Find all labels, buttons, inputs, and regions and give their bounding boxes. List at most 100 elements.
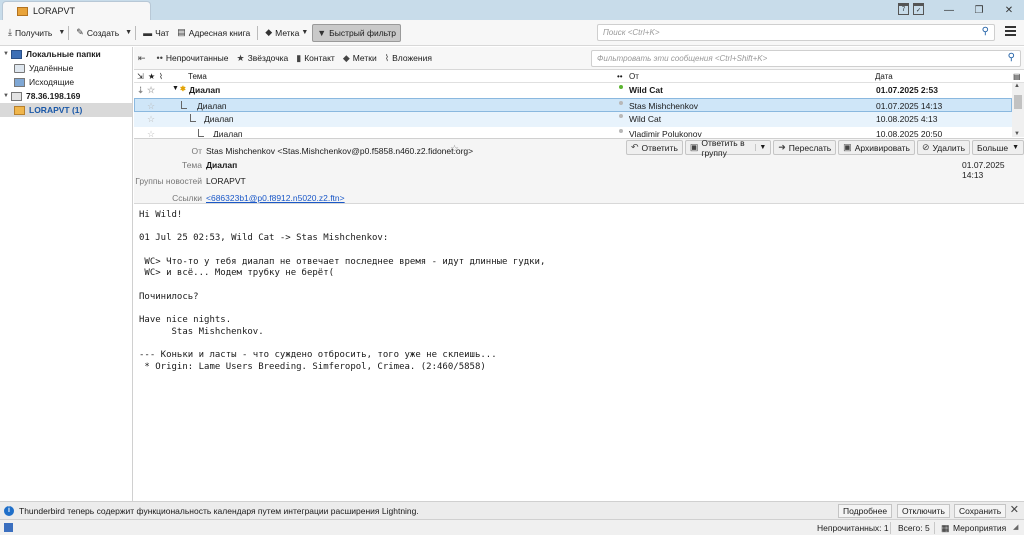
filter-starred[interactable]: ★ Звёздочка — [237, 53, 289, 64]
events-label[interactable]: Мероприятия — [953, 523, 1006, 533]
global-search-placeholder: Поиск <Ctrl+K> — [603, 28, 660, 37]
scrollbar-thumb[interactable] — [1014, 95, 1022, 109]
disable-button[interactable]: Отключить — [897, 504, 950, 518]
thread-icon: ⇣ — [137, 85, 145, 95]
close-icon[interactable]: ✕ — [1010, 503, 1019, 516]
archive-button[interactable]: ▣ Архивировать — [838, 140, 915, 155]
reply-button[interactable]: ↶ Ответить — [626, 140, 683, 155]
from-column-header[interactable]: От — [629, 72, 639, 81]
filter-contact[interactable]: ▮ Контакт — [296, 53, 335, 64]
unread-icon: •• — [156, 53, 163, 63]
star-icon[interactable]: ☆ — [147, 114, 155, 125]
global-search-input[interactable]: Поиск <Ctrl+K> ⚲ — [597, 24, 995, 41]
folder-outbox[interactable]: Исходящие — [0, 75, 132, 89]
info-icon: i — [4, 505, 14, 516]
star-icon[interactable]: ☆ — [147, 101, 155, 112]
total-count: Всего: 5 — [898, 523, 930, 533]
folder-server[interactable]: ▼ 78.36.198.169 — [0, 89, 132, 103]
scroll-up-icon[interactable]: ▲ — [1014, 83, 1020, 89]
minimize-button[interactable]: — — [934, 0, 964, 20]
body-line: Have nice nights. — [139, 315, 232, 326]
pin-icon[interactable]: ⇤ — [138, 53, 149, 64]
references-link[interactable]: <686323b1@p0.f8912.n5020.z2.ftn> — [206, 193, 345, 203]
body-line — [139, 245, 1019, 257]
write-button[interactable]: ✎ Создать — [72, 24, 123, 42]
message-row-selected[interactable]: ☆ Диалап Stas Mishchenkov 01.07.2025 14:… — [134, 97, 1012, 112]
filter-tags[interactable]: ◆ Метки — [343, 53, 377, 64]
collapse-icon[interactable]: ▼ — [3, 51, 11, 57]
subject-label: Тема — [181, 160, 202, 170]
chevron-down-icon: ▼ — [301, 29, 309, 36]
date-column-header[interactable]: Дата — [875, 72, 893, 81]
from-label: От — [191, 146, 202, 156]
more-button[interactable]: Больше ▼ — [972, 140, 1024, 155]
menu-icon[interactable] — [1005, 26, 1016, 36]
read-dot-icon[interactable] — [619, 114, 623, 118]
get-messages-dropdown[interactable]: ▼ — [58, 29, 65, 36]
read-dot-icon[interactable] — [619, 128, 623, 133]
message-row[interactable]: ☆ Диалап Vladimir Polukonov 10.08.2025 2… — [134, 127, 1012, 138]
star-icon[interactable]: ☆ — [450, 144, 459, 155]
column-picker-icon[interactable]: ▤ — [1013, 72, 1021, 81]
chevron-down-icon[interactable]: ▼ — [755, 144, 766, 151]
read-column-icon[interactable]: •• — [617, 72, 623, 81]
message-list-scrollbar[interactable]: ▲ ▼ — [1012, 83, 1024, 137]
folder-trash[interactable]: Удалённые — [0, 61, 132, 75]
title-bar: LORAPVT 7 ✓ — ❐ ✕ — [0, 0, 1024, 20]
from-value[interactable]: Stas Mishchenkov <Stas.Mishchenkov@p0.f5… — [206, 146, 473, 156]
star-icon[interactable]: ☆ — [147, 129, 155, 138]
resize-grip-icon[interactable]: ◢ — [1013, 523, 1018, 531]
restore-button[interactable]: ❐ — [964, 0, 994, 20]
thread-column-icon[interactable]: ⇲ — [137, 72, 144, 81]
quick-filter-button[interactable]: ▼ Быстрый фильтр — [312, 23, 402, 42]
keep-button[interactable]: Сохранить — [954, 504, 1007, 518]
tab-lorapvt[interactable]: LORAPVT — [2, 1, 151, 20]
unread-dot-icon[interactable] — [619, 85, 623, 89]
body-line: Починилось? — [139, 291, 199, 302]
forward-icon: ➜ — [778, 142, 786, 152]
search-icon: ⚲ — [1007, 52, 1015, 63]
scroll-down-icon[interactable]: ▼ — [1014, 131, 1020, 137]
folder-lorapvt[interactable]: LORAPVT (1) — [0, 103, 132, 117]
tag-button[interactable]: ◆ Метка ▼ — [261, 24, 312, 42]
notification-bar: i Thunderbird теперь содержит функционал… — [0, 501, 1024, 519]
message-date: 01.07.2025 14:13 — [962, 160, 1005, 180]
forward-button[interactable]: ➜ Переслать — [773, 140, 837, 155]
body-line — [139, 339, 1019, 351]
reply-group-button[interactable]: ▣ Ответить в группу ▼ — [684, 138, 772, 158]
tasks-icon[interactable]: ✓ — [913, 3, 924, 15]
filter-unread[interactable]: •• Непрочитанные — [157, 53, 229, 63]
online-status-icon[interactable] — [4, 523, 13, 532]
search-icon: ⚲ — [981, 26, 989, 37]
reply-group-icon: ▣ — [689, 142, 699, 152]
body-line: Stas Mishchenkov. — [139, 326, 264, 337]
close-button[interactable]: ✕ — [994, 0, 1024, 20]
delete-button[interactable]: ⊘ Удалить — [917, 140, 970, 155]
write-dropdown[interactable]: ▼ — [125, 29, 132, 36]
read-dot-icon[interactable] — [619, 100, 623, 105]
chat-label: Чат — [155, 27, 170, 38]
folder-local[interactable]: ▼ Локальные папки — [0, 47, 132, 61]
events-icon[interactable]: ▦ — [941, 523, 950, 534]
collapse-icon[interactable]: ▼ — [3, 93, 11, 99]
message-header-pane: От Stas Mishchenkov <Stas.Mishchenkov@p0… — [134, 138, 1024, 204]
star-icon[interactable]: ☆ — [147, 85, 155, 96]
star-column-icon[interactable]: ★ — [148, 72, 155, 81]
message-row[interactable]: ☆ Диалап Wild Cat 10.08.2025 4:13 — [134, 112, 1012, 127]
write-label: Создать — [86, 27, 120, 38]
address-book-button[interactable]: ▤ Адресная книга — [173, 24, 254, 42]
details-button[interactable]: Подробнее — [838, 504, 893, 518]
collapse-thread-icon[interactable]: ▼ — [172, 85, 179, 92]
message-row[interactable]: ⇣ ☆ ▼ ✱ Диалап Wild Cat 01.07.2025 2:53 — [134, 83, 1012, 98]
get-messages-button[interactable]: ⤓ Получить — [4, 24, 56, 42]
chat-button[interactable]: ▬ Чат — [139, 24, 173, 42]
newsgroups-value[interactable]: LORAPVT — [206, 176, 246, 186]
filter-messages-input[interactable]: Фильтровать эти сообщения <Ctrl+Shift+K>… — [591, 50, 1021, 67]
attachment-column-icon[interactable]: ⌇ — [159, 72, 163, 81]
subject-column-header[interactable]: Тема — [188, 72, 207, 81]
get-messages-label: Получить — [14, 27, 53, 38]
filter-attachments[interactable]: ⌇ Вложения — [385, 53, 432, 64]
quick-filter-label: Быстрый фильтр — [329, 27, 397, 38]
calendar-icon[interactable]: 7 — [898, 3, 909, 15]
header-actions: ↶ Ответить ▣ Ответить в группу ▼ ➜ Перес… — [626, 138, 1024, 158]
